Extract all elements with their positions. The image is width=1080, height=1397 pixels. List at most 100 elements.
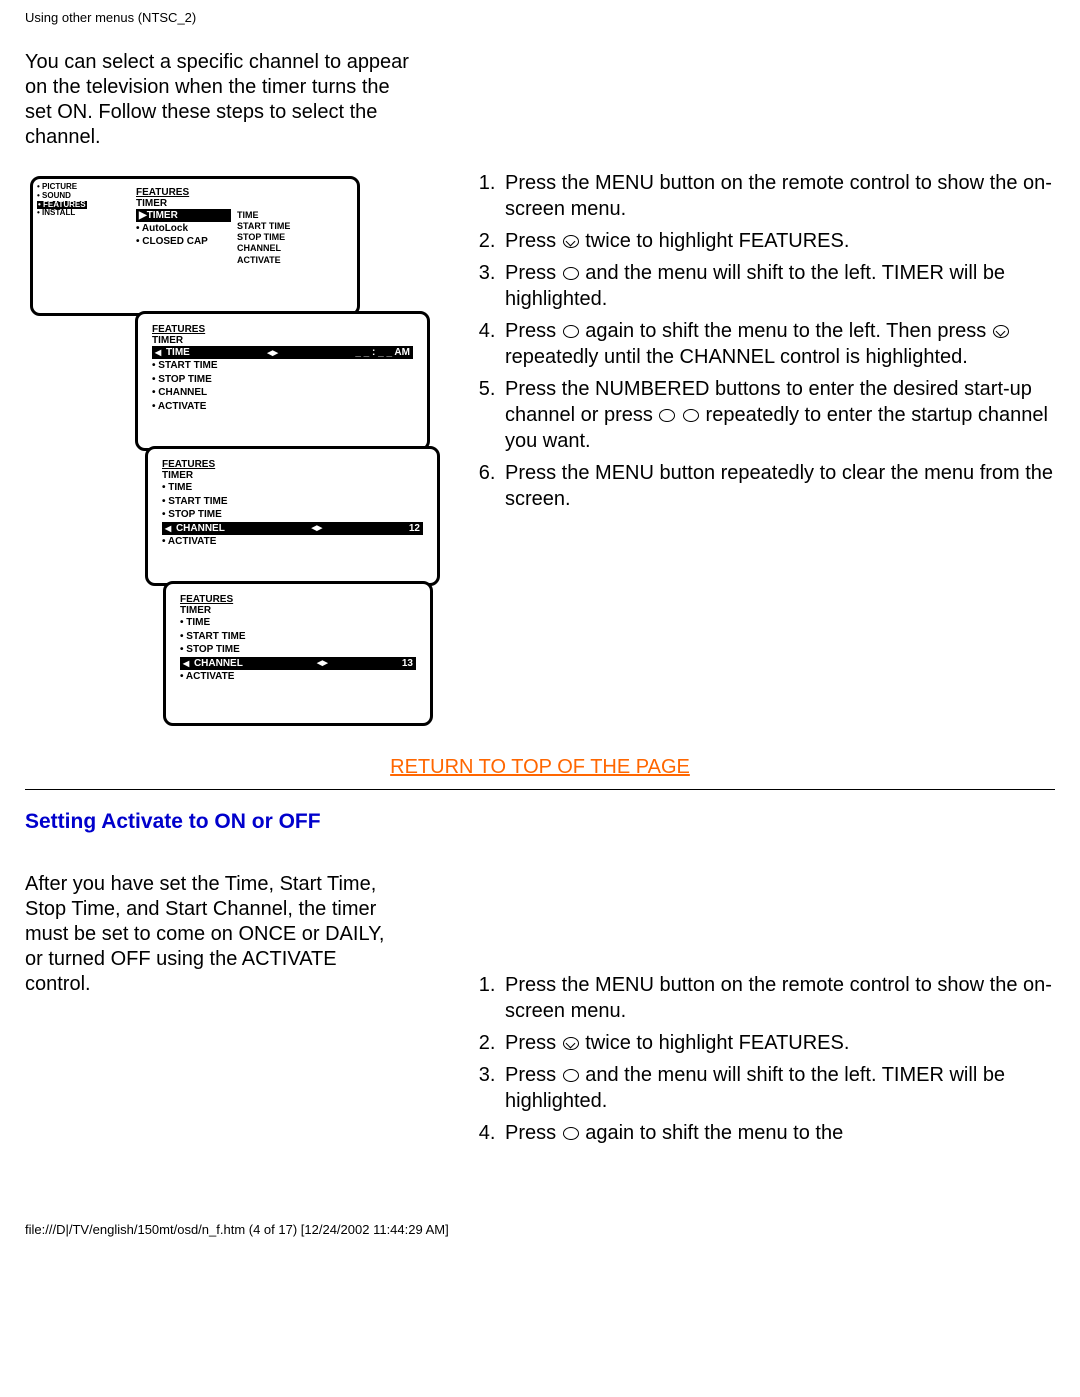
osd1-r-starttime: START TIME <box>237 221 290 232</box>
footer-path: file:///D|/TV/english/150mt/osd/n_f.htm … <box>25 1222 1055 1237</box>
osd2-i1: STOP TIME <box>158 374 212 385</box>
section2-columns: After you have set the Time, Start Time,… <box>25 872 1055 1152</box>
return-to-top-link[interactable]: RETURN TO TOP OF THE PAGE <box>390 756 690 778</box>
s2-step4-b: again to shift the menu to the <box>580 1122 844 1144</box>
osd2-heading: FEATURES <box>152 324 413 335</box>
osd1-side-features: FEATURES <box>43 200 86 209</box>
s1-step1: Press the MENU button on the remote cont… <box>501 170 1055 222</box>
s1-step2-b: twice to highlight FEATURES. <box>580 230 850 252</box>
s1-step4-c: repeatedly until the CHANNEL control is … <box>505 346 968 368</box>
s1-step1-text: Press the MENU button on the remote cont… <box>505 172 1052 220</box>
s1-step4-b: again to shift the menu to the left. The… <box>580 320 992 342</box>
section2-intro: After you have set the Time, Start Time,… <box>25 872 405 997</box>
osd4-heading: FEATURES <box>180 594 416 605</box>
osd4-value: 13 <box>402 658 413 669</box>
down-button-icon <box>993 325 1009 338</box>
osd-graphic: • PICTURE • SOUND • FEATURES • INSTALL F… <box>25 176 430 731</box>
osd2-highlight-row: ◀ TIME ◀▶ _ _ : _ _ AM <box>152 346 413 359</box>
section2-heading: Setting Activate to ON or OFF <box>25 810 1055 834</box>
osd1-side-install: INSTALL <box>42 208 75 217</box>
osd3-highlight: CHANNEL <box>176 523 225 534</box>
section2-steps: Press the MENU button on the remote cont… <box>465 972 1055 1146</box>
s1-step6: Press the MENU button repeatedly to clea… <box>501 460 1055 512</box>
osd-screen-4: FEATURES TIMER • TIME • START TIME • STO… <box>163 581 433 726</box>
osd3-a0: ACTIVATE <box>168 536 217 547</box>
osd4-sub: TIMER <box>180 605 416 616</box>
osd4-b0: TIME <box>186 617 210 628</box>
osd3-highlight-row: ◀ CHANNEL ◀▶ 12 <box>162 522 423 535</box>
osd2-sub: TIMER <box>152 335 413 346</box>
right-button-icon <box>563 267 579 280</box>
section1-steps-column: Press the MENU button on the remote cont… <box>465 170 1055 518</box>
osd4-highlight-row: ◀ CHANNEL ◀▶ 13 <box>180 657 416 670</box>
page: Using other menus (NTSC_2) You can selec… <box>0 0 1080 1257</box>
osd-graphic-column: • PICTURE • SOUND • FEATURES • INSTALL F… <box>25 170 445 731</box>
s1-step5: Press the NUMBERED buttons to enter the … <box>501 376 1055 454</box>
osd1-r-time: TIME <box>237 210 290 221</box>
osd1-r-activate: ACTIVATE <box>237 255 290 266</box>
section1-intro: You can select a specific channel to app… <box>25 50 415 150</box>
right-button-icon <box>563 325 579 338</box>
osd2-i2: CHANNEL <box>158 387 207 398</box>
s2-step3-b: and the menu will shift to the left. TIM… <box>505 1064 1005 1112</box>
osd1-side-picture: PICTURE <box>42 182 77 191</box>
osd2-right-value: _ _ : _ _ AM <box>355 347 410 358</box>
s2-step3: Press and the menu will shift to the lef… <box>501 1062 1055 1114</box>
section2-steps-column: Press the MENU button on the remote cont… <box>465 872 1055 1152</box>
left-button-icon <box>659 409 675 422</box>
osd4-b2: STOP TIME <box>186 644 240 655</box>
osd1-right-list: TIME START TIME STOP TIME CHANNEL ACTIVA… <box>237 187 290 266</box>
osd3-b1: START TIME <box>168 496 227 507</box>
osd3-b0: TIME <box>168 482 192 493</box>
osd1-sub: TIMER <box>136 198 231 209</box>
return-link-container: RETURN TO TOP OF THE PAGE <box>25 756 1055 779</box>
osd-screen-3: FEATURES TIMER • TIME • START TIME • STO… <box>145 446 440 586</box>
osd2-i0: START TIME <box>158 360 217 371</box>
s2-step4: Press again to shift the menu to the <box>501 1120 1055 1146</box>
osd1-heading: FEATURES <box>136 187 231 198</box>
s2-step1-text: Press the MENU button on the remote cont… <box>505 974 1052 1022</box>
osd4-a0: ACTIVATE <box>186 671 235 682</box>
right-button-icon <box>563 1069 579 1082</box>
section1-columns: • PICTURE • SOUND • FEATURES • INSTALL F… <box>25 170 1055 731</box>
osd1-side-sound: SOUND <box>42 191 71 200</box>
right-button-icon <box>683 409 699 422</box>
osd-screen-1: • PICTURE • SOUND • FEATURES • INSTALL F… <box>30 176 360 316</box>
osd2-i3: ACTIVATE <box>158 401 207 412</box>
osd1-item-timer: TIMER <box>147 210 178 221</box>
s2-step2: Press twice to highlight FEATURES. <box>501 1030 1055 1056</box>
s1-step3-b: and the menu will shift to the left. TIM… <box>505 262 1005 310</box>
osd4-b1: START TIME <box>186 631 245 642</box>
section-divider <box>25 789 1055 790</box>
s1-step6-text: Press the MENU button repeatedly to clea… <box>505 462 1053 510</box>
down-button-icon <box>563 1037 579 1050</box>
section1-steps: Press the MENU button on the remote cont… <box>465 170 1055 512</box>
s1-step4-a: Press <box>505 320 562 342</box>
osd4-highlight: CHANNEL <box>194 658 243 669</box>
osd1-r-stoptime: STOP TIME <box>237 232 290 243</box>
down-button-icon <box>563 235 579 248</box>
osd1-sidemenu: • PICTURE • SOUND • FEATURES • INSTALL <box>37 183 97 218</box>
osd1-item-closedcap: CLOSED CAP <box>142 236 208 247</box>
osd1-mainmenu: FEATURES TIMER ▶TIMER • AutoLock • CLOSE… <box>136 187 349 266</box>
osd1-highlight-row: ▶TIMER <box>136 209 231 222</box>
s2-step3-a: Press <box>505 1064 562 1086</box>
s2-step2-a: Press <box>505 1032 562 1054</box>
osd3-value: 12 <box>409 523 420 534</box>
s1-step3: Press and the menu will shift to the lef… <box>501 260 1055 312</box>
page-header-title: Using other menus (NTSC_2) <box>25 10 1055 25</box>
s2-step1: Press the MENU button on the remote cont… <box>501 972 1055 1024</box>
right-button-icon <box>563 1127 579 1140</box>
s1-step3-a: Press <box>505 262 562 284</box>
s2-step2-b: twice to highlight FEATURES. <box>580 1032 850 1054</box>
osd3-b2: STOP TIME <box>168 509 222 520</box>
section2-intro-column: After you have set the Time, Start Time,… <box>25 872 445 1017</box>
osd2-highlight: TIME <box>166 347 190 358</box>
s1-step4: Press again to shift the menu to the lef… <box>501 318 1055 370</box>
osd1-item-autolock: AutoLock <box>142 223 188 234</box>
s2-step4-a: Press <box>505 1122 562 1144</box>
osd-screen-2: FEATURES TIMER ◀ TIME ◀▶ _ _ : _ _ AM • … <box>135 311 430 451</box>
s1-step2: Press twice to highlight FEATURES. <box>501 228 1055 254</box>
osd3-heading: FEATURES <box>162 459 423 470</box>
osd3-sub: TIMER <box>162 470 423 481</box>
